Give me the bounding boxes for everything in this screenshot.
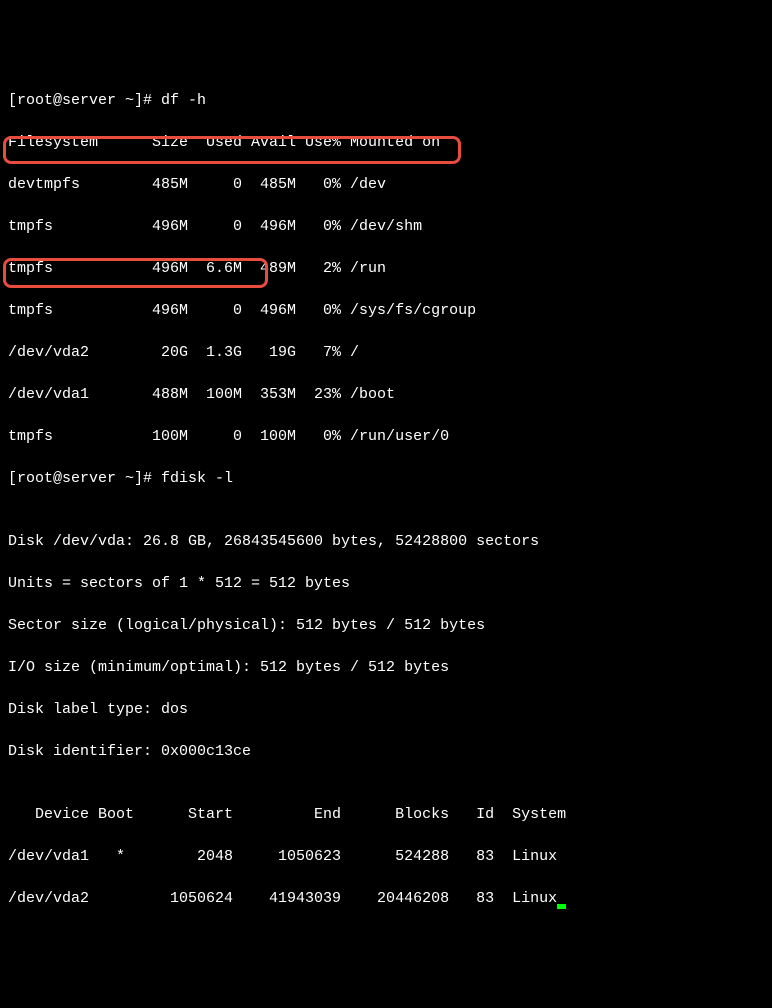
df-row: tmpfs 496M 0 496M 0% /sys/fs/cgroup: [8, 300, 764, 321]
fdisk-identifier-line: Disk identifier: 0x000c13ce: [8, 741, 764, 762]
df-row: tmpfs 100M 0 100M 0% /run/user/0: [8, 426, 764, 447]
partition-row: /dev/vda1 * 2048 1050623 524288 83 Linux: [8, 846, 764, 867]
partition-row: /dev/vda2 1050624 41943039 20446208 83 L…: [8, 888, 764, 909]
partition-header: Device Boot Start End Blocks Id System: [8, 804, 764, 825]
prompt-line-2: [root@server ~]# fdisk -l: [8, 468, 764, 489]
df-header: Filesystem Size Used Avail Use% Mounted …: [8, 132, 764, 153]
fdisk-io-line: I/O size (minimum/optimal): 512 bytes / …: [8, 657, 764, 678]
df-row: devtmpfs 485M 0 485M 0% /dev: [8, 174, 764, 195]
fdisk-label-line: Disk label type: dos: [8, 699, 764, 720]
df-row: tmpfs 496M 0 496M 0% /dev/shm: [8, 216, 764, 237]
fdisk-units-line: Units = sectors of 1 * 512 = 512 bytes: [8, 573, 764, 594]
df-row-highlighted: /dev/vda2 20G 1.3G 19G 7% /: [8, 342, 764, 363]
fdisk-sector-line: Sector size (logical/physical): 512 byte…: [8, 615, 764, 636]
df-row: /dev/vda1 488M 100M 353M 23% /boot: [8, 384, 764, 405]
cursor-icon: [557, 904, 566, 909]
prompt-line-1: [root@server ~]# df -h: [8, 90, 764, 111]
partition-row-text: /dev/vda2 1050624 41943039 20446208 83 L…: [8, 890, 557, 907]
fdisk-disk-line: Disk /dev/vda: 26.8 GB, 26843545600 byte…: [8, 531, 764, 552]
df-row: tmpfs 496M 6.6M 489M 2% /run: [8, 258, 764, 279]
